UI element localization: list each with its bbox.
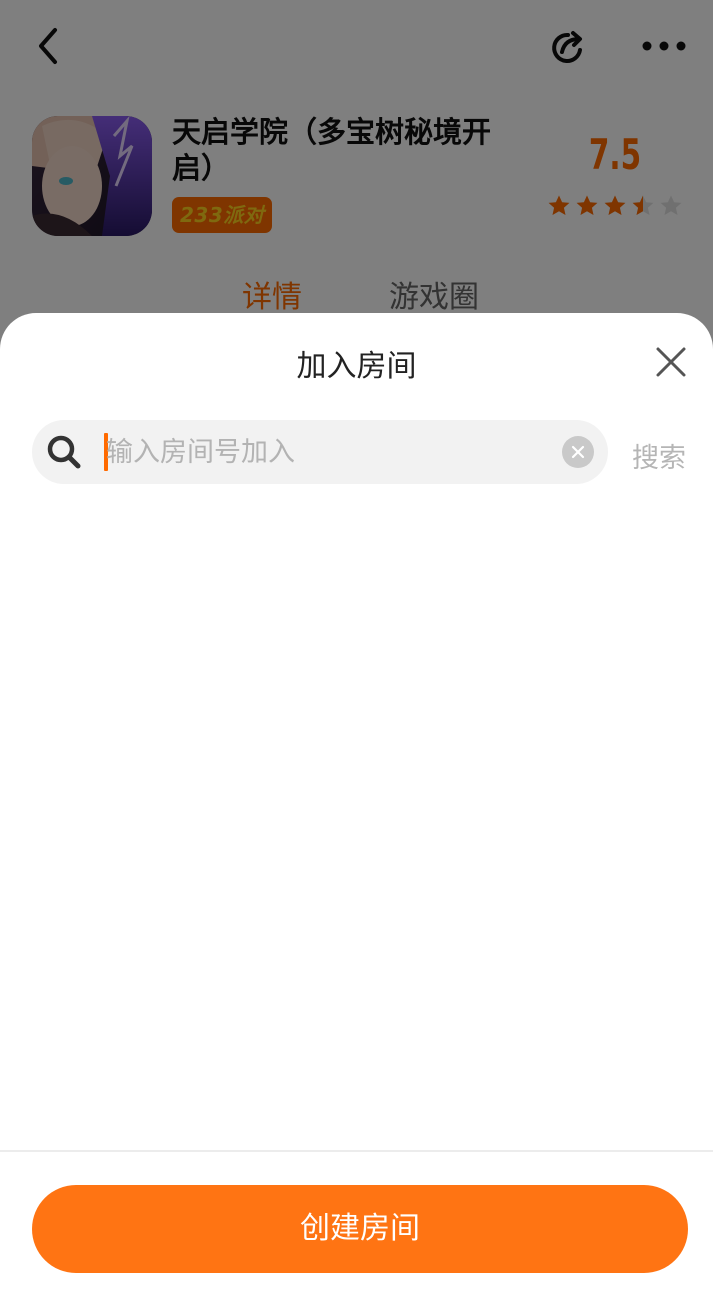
sheet-title: 加入房间	[296, 349, 417, 384]
close-button[interactable]	[648, 339, 694, 385]
clear-icon	[571, 445, 585, 459]
join-room-sheet: 加入房间 搜索 创建房间	[0, 313, 713, 1306]
room-number-input[interactable]	[106, 420, 546, 484]
close-icon	[656, 347, 686, 377]
search-bar	[32, 420, 608, 484]
clear-input-button[interactable]	[562, 436, 594, 468]
create-room-button[interactable]: 创建房间	[32, 1185, 688, 1273]
search-button[interactable]: 搜索	[632, 436, 686, 475]
bottom-divider	[0, 1150, 713, 1152]
search-icon	[46, 434, 82, 470]
